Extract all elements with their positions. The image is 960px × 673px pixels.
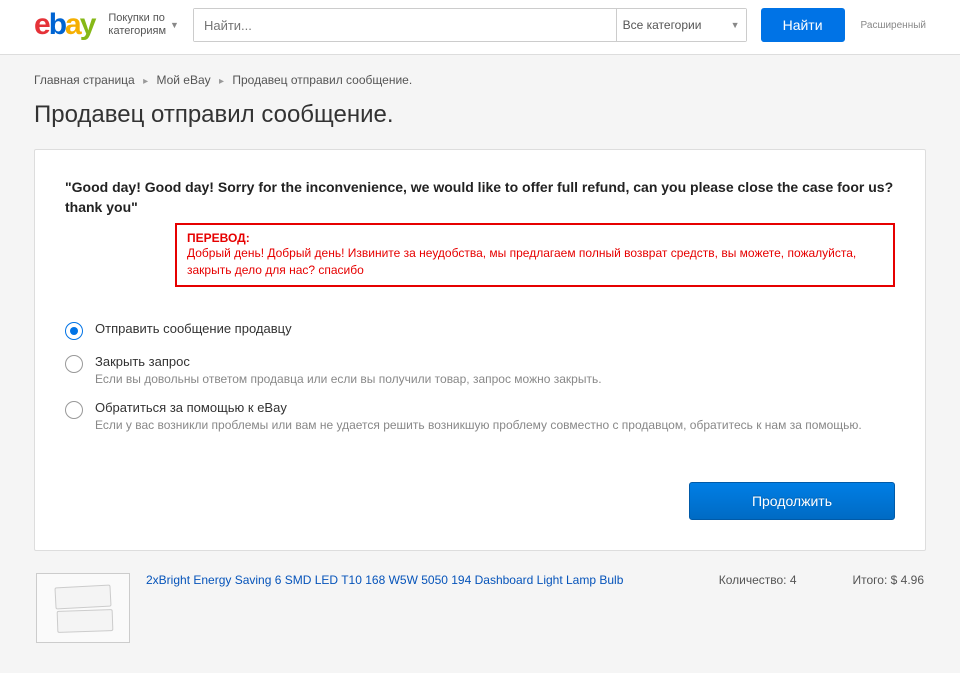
option-ebay-help[interactable]: Обратиться за помощью к eBay Если у вас … — [65, 400, 895, 432]
thumbnail-placeholder — [57, 609, 114, 633]
breadcrumb-my-ebay[interactable]: Мой eBay — [156, 73, 210, 87]
breadcrumb-current: Продавец отправил сообщение. — [232, 73, 412, 87]
translation-label: ПЕРЕВОД: — [187, 231, 883, 245]
shop-by-label: Покупки по категориям — [108, 12, 166, 38]
ebay-logo[interactable]: ebay — [34, 8, 94, 42]
shop-by-category[interactable]: Покупки по категориям ▼ — [108, 12, 179, 38]
breadcrumb: Главная страница ▸ Мой eBay ▸ Продавец о… — [34, 73, 926, 87]
option-description: Если у вас возникли проблемы или вам не … — [95, 418, 895, 432]
search-button[interactable]: Найти — [761, 8, 845, 42]
radio-button[interactable] — [65, 355, 83, 373]
search-input[interactable] — [194, 9, 616, 41]
response-options: Отправить сообщение продавцу Закрыть зап… — [65, 321, 895, 432]
page-title: Продавец отправил сообщение. — [34, 101, 926, 129]
item-summary: 2xBright Energy Saving 6 SMD LED T10 168… — [34, 573, 926, 643]
actions: Продолжить — [65, 482, 895, 520]
option-close-request[interactable]: Закрыть запрос Если вы довольны ответом … — [65, 354, 895, 386]
option-description: Если вы довольны ответом продавца или ес… — [95, 372, 895, 386]
category-label: Все категории — [623, 18, 702, 32]
content: Главная страница ▸ Мой eBay ▸ Продавец о… — [0, 55, 960, 673]
advanced-search-link[interactable]: Расширенный — [861, 20, 926, 31]
translation-box: ПЕРЕВОД: Добрый день! Добрый день! Извин… — [175, 223, 895, 287]
option-label: Обратиться за помощью к eBay — [95, 400, 895, 415]
breadcrumb-separator: ▸ — [143, 76, 148, 87]
message-panel: "Good day! Good day! Sorry for the incon… — [34, 149, 926, 551]
breadcrumb-home[interactable]: Главная страница — [34, 73, 135, 87]
item-quantity: Количество: 4 — [719, 573, 797, 587]
translation-text: Добрый день! Добрый день! Извините за не… — [187, 245, 883, 279]
item-thumbnail[interactable] — [36, 573, 130, 643]
option-send-message[interactable]: Отправить сообщение продавцу — [65, 321, 895, 340]
seller-message-quote: "Good day! Good day! Sorry for the incon… — [65, 178, 895, 217]
caret-down-icon: ▼ — [731, 20, 740, 30]
continue-button[interactable]: Продолжить — [689, 482, 895, 520]
breadcrumb-separator: ▸ — [219, 76, 224, 87]
radio-button[interactable] — [65, 322, 83, 340]
category-dropdown[interactable]: Все категории ▼ — [616, 9, 746, 41]
item-total: Итого: $ 4.96 — [853, 573, 924, 587]
caret-down-icon: ▼ — [170, 20, 179, 31]
option-label: Закрыть запрос — [95, 354, 895, 369]
header: ebay Покупки по категориям ▼ Все категор… — [0, 0, 960, 55]
thumbnail-placeholder — [54, 584, 111, 609]
radio-button[interactable] — [65, 401, 83, 419]
option-label: Отправить сообщение продавцу — [95, 321, 895, 336]
search-bar: Все категории ▼ — [193, 8, 747, 42]
item-title-link[interactable]: 2xBright Energy Saving 6 SMD LED T10 168… — [146, 573, 703, 589]
